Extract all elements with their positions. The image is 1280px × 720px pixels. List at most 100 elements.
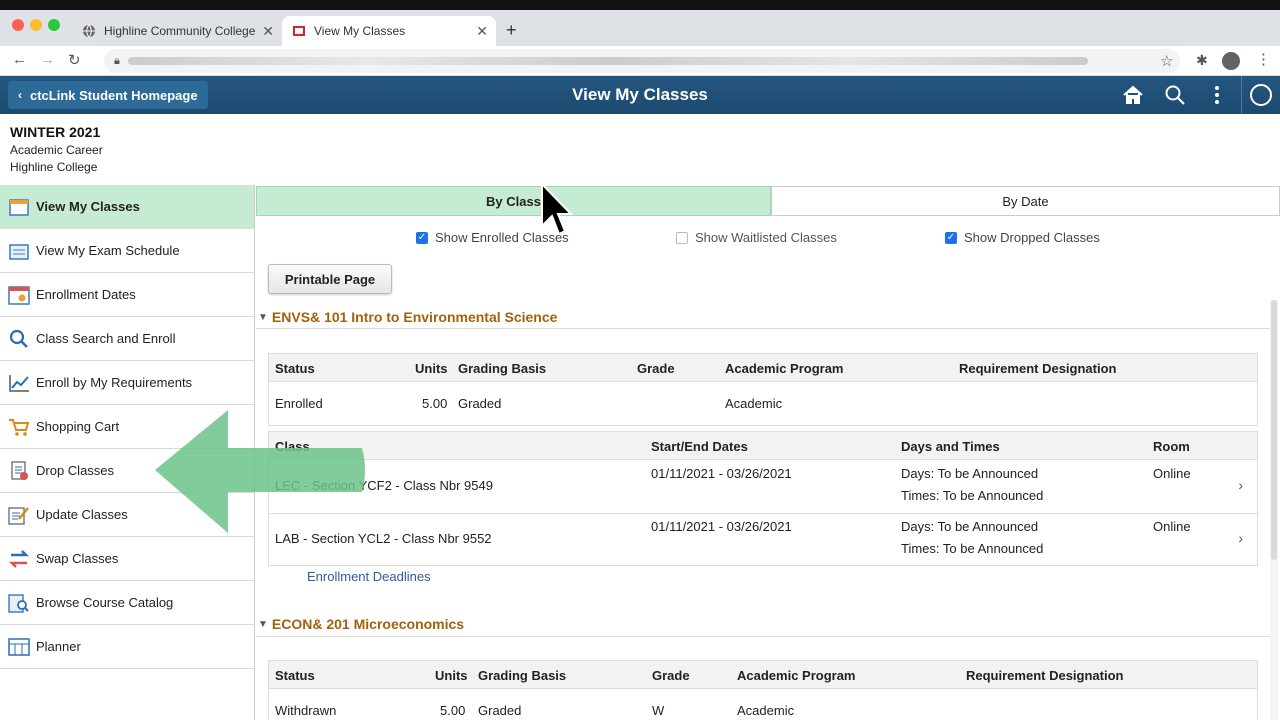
col-grade: Grade: [652, 668, 690, 683]
browser-tab-highline[interactable]: Highline Community College ✕: [72, 16, 282, 46]
sidebar-item-swap-classes[interactable]: Swap Classes: [0, 537, 254, 581]
show-waitlisted-checkbox[interactable]: Show Waitlisted Classes: [676, 230, 837, 245]
extensions-icon[interactable]: ✱: [1196, 52, 1208, 69]
sidebar-item-class-search[interactable]: Class Search and Enroll: [0, 317, 254, 361]
sidebar-item-drop-classes[interactable]: Drop Classes: [0, 449, 254, 493]
chevron-right-icon[interactable]: ›: [1238, 530, 1243, 546]
sidebar-item-label: Swap Classes: [36, 551, 119, 566]
enrollment-status-table: Status Units Grading Basis Grade Academi…: [268, 660, 1258, 720]
col-academic-program: Academic Program: [737, 668, 856, 683]
program-value: Academic: [725, 396, 783, 411]
schedule-icon: [8, 241, 30, 261]
col-status: Status: [275, 361, 315, 376]
col-units: Units: [435, 668, 468, 683]
col-room: Room: [1153, 439, 1190, 454]
table-row: Enrolled 5.00 Graded Academic: [269, 382, 1257, 426]
sidebar-item-course-catalog[interactable]: Browse Course Catalog: [0, 581, 254, 625]
term-info: WINTER 2021 Academic Career Highline Col…: [10, 124, 103, 174]
checkbox-checked-icon: ✓: [416, 231, 428, 244]
reload-icon[interactable]: ↻: [68, 51, 81, 69]
profile-avatar-icon[interactable]: [1222, 52, 1240, 70]
units-value: 5.00: [422, 396, 448, 411]
navbar-compass-icon[interactable]: [1250, 84, 1272, 106]
ctclink-favicon: [292, 24, 306, 38]
url-field[interactable]: 🔒︎: [104, 49, 1180, 73]
class-section: LEC - Section YCF2 - Class Nbr 9549: [275, 478, 493, 493]
sidebar-item-view-my-classes[interactable]: View My Classes: [0, 185, 254, 229]
sidebar-item-update-classes[interactable]: Update Classes: [0, 493, 254, 537]
grade-value: W: [652, 703, 665, 718]
sidebar-item-enroll-requirements[interactable]: Enroll by My Requirements: [0, 361, 254, 405]
minimize-window-button[interactable]: [30, 19, 42, 31]
sidebar-item-enrollment-dates[interactable]: Enrollment Dates: [0, 273, 254, 317]
col-status: Status: [275, 668, 315, 683]
search-icon[interactable]: [1164, 84, 1186, 109]
maximize-window-button[interactable]: [48, 19, 60, 31]
sidebar-item-label: Shopping Cart: [36, 419, 120, 434]
section-times: Times: To be Announced: [901, 488, 1044, 503]
screen-top-bar: [0, 0, 1280, 10]
class-sections-table: Class Start/End Dates Days and Times Roo…: [268, 431, 1259, 566]
program-value: Academic: [737, 703, 795, 718]
grading-value: Graded: [458, 396, 502, 411]
col-start-end-dates: Start/End Dates: [651, 439, 748, 454]
course-header-envs101[interactable]: ▼ ENVS& 101 Intro to Environmental Scien…: [258, 309, 557, 325]
enrollment-deadlines-link[interactable]: Enrollment Deadlines: [307, 569, 431, 584]
section-days: Days: To be Announced: [901, 466, 1039, 481]
sidebar-item-planner[interactable]: Planner: [0, 625, 254, 669]
actions-menu-icon[interactable]: [1212, 84, 1222, 109]
new-tab-icon[interactable]: +: [506, 20, 517, 41]
collapse-triangle-icon: ▼: [258, 311, 268, 323]
browser-tab-bar: Highline Community College ✕ View My Cla…: [0, 10, 1280, 46]
term-name: WINTER 2021: [10, 124, 101, 140]
bookmark-star-icon[interactable]: ☆: [1160, 52, 1173, 70]
col-units: Units: [415, 361, 448, 376]
academic-career: Academic Career: [10, 143, 103, 157]
cart-icon: [8, 417, 30, 437]
table-header-row: Status Units Grading Basis Grade Academi…: [269, 354, 1257, 382]
catalog-icon: [8, 593, 30, 613]
sidebar-item-label: View My Exam Schedule: [36, 243, 180, 258]
browser-tab-view-my-classes[interactable]: View My Classes ✕: [282, 16, 496, 46]
home-icon[interactable]: [1122, 84, 1144, 109]
browser-menu-icon[interactable]: ⋮: [1256, 50, 1271, 68]
calendar-icon: [8, 197, 30, 217]
grading-value: Graded: [478, 703, 522, 718]
scrollbar-thumb[interactable]: [1271, 300, 1277, 560]
page-title: View My Classes: [572, 85, 708, 104]
close-icon[interactable]: ✕: [262, 23, 274, 40]
col-days-times: Days and Times: [901, 439, 1000, 454]
edit-icon: [8, 505, 30, 525]
globe-icon: [82, 24, 96, 38]
sidebar-item-label: Browse Course Catalog: [36, 595, 174, 610]
checkbox-label: Show Dropped Classes: [964, 230, 1100, 245]
col-class: Class: [275, 439, 310, 454]
show-dropped-checkbox[interactable]: ✓ Show Dropped Classes: [945, 230, 1100, 245]
planner-icon: [8, 637, 30, 657]
checkbox-unchecked-icon: [676, 231, 688, 244]
printable-page-button[interactable]: Printable Page: [268, 264, 392, 294]
table-row[interactable]: LEC - Section YCF2 - Class Nbr 9549 01/1…: [269, 460, 1257, 513]
close-window-button[interactable]: [12, 19, 24, 31]
col-grading-basis: Grading Basis: [478, 668, 567, 683]
course-header-econ201[interactable]: ▼ ECON& 201 Microeconomics: [258, 616, 464, 632]
tab-by-class[interactable]: By Class: [256, 186, 771, 216]
sidebar-item-label: Class Search and Enroll: [36, 331, 176, 346]
sidebar-item-label: Drop Classes: [36, 463, 115, 478]
tab-by-date[interactable]: By Date: [771, 186, 1280, 216]
units-value: 5.00: [440, 703, 466, 718]
back-arrow-icon[interactable]: ←: [12, 51, 27, 68]
col-grade: Grade: [637, 361, 675, 376]
forward-arrow-icon[interactable]: →: [40, 51, 55, 68]
section-dates: 01/11/2021 - 03/26/2021: [651, 519, 792, 534]
chevron-right-icon[interactable]: ›: [1238, 477, 1243, 493]
sidebar-item-label: Enroll by My Requirements: [36, 375, 193, 390]
view-tabs: By Class By Date: [256, 186, 1280, 216]
close-icon[interactable]: ✕: [476, 23, 488, 40]
col-requirement: Requirement Designation: [966, 668, 1124, 683]
sidebar-item-shopping-cart[interactable]: Shopping Cart: [0, 405, 254, 449]
section-dates: 01/11/2021 - 03/26/2021: [651, 466, 792, 481]
table-row[interactable]: LAB - Section YCL2 - Class Nbr 9552 01/1…: [269, 513, 1257, 566]
app-header: ‹ ctcLink Student Homepage View My Class…: [0, 76, 1280, 114]
sidebar-item-exam-schedule[interactable]: View My Exam Schedule: [0, 229, 254, 273]
